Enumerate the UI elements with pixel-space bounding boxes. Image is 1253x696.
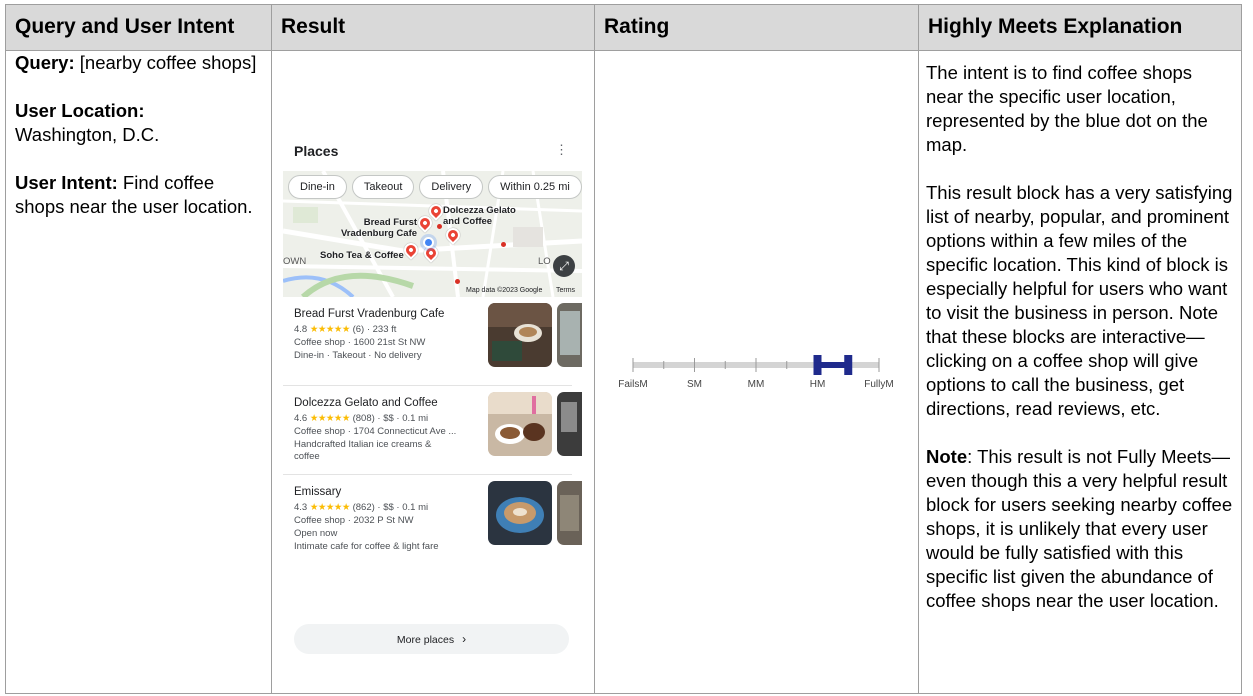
place-category-address: Coffee shop · 1704 Connecticut Ave ... — [294, 426, 457, 437]
map-terms-link[interactable]: Terms — [556, 287, 575, 294]
user-intent-line: User Intent: Find coffee shops near the … — [15, 172, 253, 217]
rating-stars-icon: ★★★★★ — [309, 413, 351, 424]
map-label-soho: Soho Tea & Coffee — [320, 250, 404, 261]
rating-cell: FailsM SM MM HM FullyM — [594, 50, 919, 694]
place-photo-counter[interactable] — [557, 392, 582, 456]
place-photo-cafe-interior[interactable] — [488, 303, 552, 367]
user-location-dot — [423, 237, 434, 248]
place-item-bread-furst[interactable]: Bread Furst Vradenburg Cafe 4.8 ★★★★★ (6… — [283, 297, 582, 386]
expand-map-icon[interactable]: ⤢ — [553, 255, 575, 277]
explanation-paragraph-3: Note: This result is not Fully Meets— ev… — [926, 446, 1233, 611]
map-dot[interactable] — [455, 279, 460, 284]
chip-dine-in[interactable]: Dine-in — [288, 175, 347, 199]
map-label-bread-furst: Bread Furst Vradenburg Cafe — [341, 217, 418, 239]
map-label-lo: LO — [538, 256, 551, 267]
place-item-dolcezza[interactable]: Dolcezza Gelato and Coffee 4.6 ★★★★★ (80… — [283, 386, 582, 475]
header-rating: Rating — [594, 4, 919, 51]
filter-chips: Dine-in Takeout Delivery Within 0.25 mi — [288, 175, 582, 199]
query-line: Query: [nearby coffee shops] — [15, 52, 257, 73]
places-card-header: Places ⋮ — [283, 133, 582, 171]
chevron-right-icon: › — [462, 632, 467, 646]
explanation-paragraph-1: The intent is to find coffee shops near … — [926, 62, 1208, 155]
places-card: Places ⋮ Dine-in Takeout Delivery Within… — [283, 133, 582, 654]
place-category-address: Coffee shop · 2032 P St NW — [294, 515, 414, 526]
place-item-emissary[interactable]: Emissary 4.3 ★★★★★ (862) · $$ · 0.1 mi C… — [283, 475, 582, 564]
scale-label: SM — [687, 379, 702, 390]
place-photo-pastry-coffee[interactable] — [488, 392, 552, 456]
chip-within-distance[interactable]: Within 0.25 mi — [488, 175, 582, 199]
rating-stars-icon: ★★★★★ — [309, 502, 351, 513]
table-header-row: Query and User Intent Result Rating High… — [5, 4, 1242, 51]
chip-takeout[interactable]: Takeout — [351, 175, 415, 199]
place-service-options: Dine-in · Takeout · No delivery — [294, 350, 422, 361]
header-explanation: Highly Meets Explanation — [918, 4, 1242, 51]
explanation-cell: The intent is to find coffee shops near … — [918, 50, 1242, 694]
table-row: Query: [nearby coffee shops] User Locati… — [5, 50, 1242, 694]
place-description: Handcrafted Italian ice creams & — [294, 439, 432, 450]
more-places-button[interactable]: More places › — [294, 624, 569, 654]
place-photo-window[interactable] — [557, 303, 582, 367]
selected-rating-handle-end — [844, 355, 853, 375]
place-photo-latte[interactable] — [488, 481, 552, 545]
scale-label: MM — [748, 379, 765, 390]
place-description: Intimate cafe for coffee & light fare — [294, 541, 439, 552]
rating-scale: FailsM SM MM HM FullyM — [618, 355, 894, 390]
place-open-status: Open now — [294, 528, 338, 539]
selected-rating-range — [817, 362, 849, 368]
place-category-address: Coffee shop · 1600 21st St NW — [294, 337, 426, 348]
places-map[interactable]: Dine-in Takeout Delivery Within 0.25 mi … — [283, 171, 582, 297]
map-credit: Map data ©2023 Google — [466, 287, 543, 294]
selected-rating-handle-start — [813, 355, 822, 375]
scale-label: FullyM — [864, 379, 893, 390]
place-rating-line: 4.8 ★★★★★ (6) · 233 ft — [294, 324, 397, 335]
map-label-dolcezza: Dolcezza Gelato and Coffee — [443, 205, 516, 227]
place-rating-line: 4.3 ★★★★★ (862) · $$ · 0.1 mi — [294, 502, 429, 513]
place-name: Dolcezza Gelato and Coffee — [294, 397, 438, 409]
chip-delivery[interactable]: Delivery — [419, 175, 484, 199]
place-name: Bread Furst Vradenburg Cafe — [294, 308, 445, 320]
place-rating-line: 4.6 ★★★★★ (808) · $$ · 0.1 mi — [294, 413, 429, 424]
map-dot[interactable] — [501, 242, 506, 247]
intent-cell: Query: [nearby coffee shops] User Locati… — [5, 50, 272, 694]
place-name: Emissary — [294, 486, 342, 498]
more-vert-icon[interactable]: ⋮ — [555, 143, 568, 156]
header-query-and-intent: Query and User Intent — [5, 4, 272, 51]
rating-stars-icon: ★★★★★ — [309, 324, 351, 335]
map-dot[interactable] — [437, 224, 442, 229]
place-description-cont: coffee — [294, 451, 320, 462]
scale-label: FailsM — [618, 379, 647, 390]
header-result: Result — [271, 4, 595, 51]
map-label-own: OWN — [283, 256, 307, 267]
explanation-paragraph-2: This result block has a very satisfying … — [926, 182, 1233, 419]
rating-guideline-table: Query and User Intent Result Rating High… — [5, 4, 1242, 694]
place-photo-storefront[interactable] — [557, 481, 582, 545]
scale-label: HM — [810, 379, 826, 390]
location-line: User Location: Washington, D.C. — [15, 100, 160, 145]
places-title: Places — [294, 143, 339, 159]
result-cell: Places ⋮ Dine-in Takeout Delivery Within… — [271, 50, 595, 694]
